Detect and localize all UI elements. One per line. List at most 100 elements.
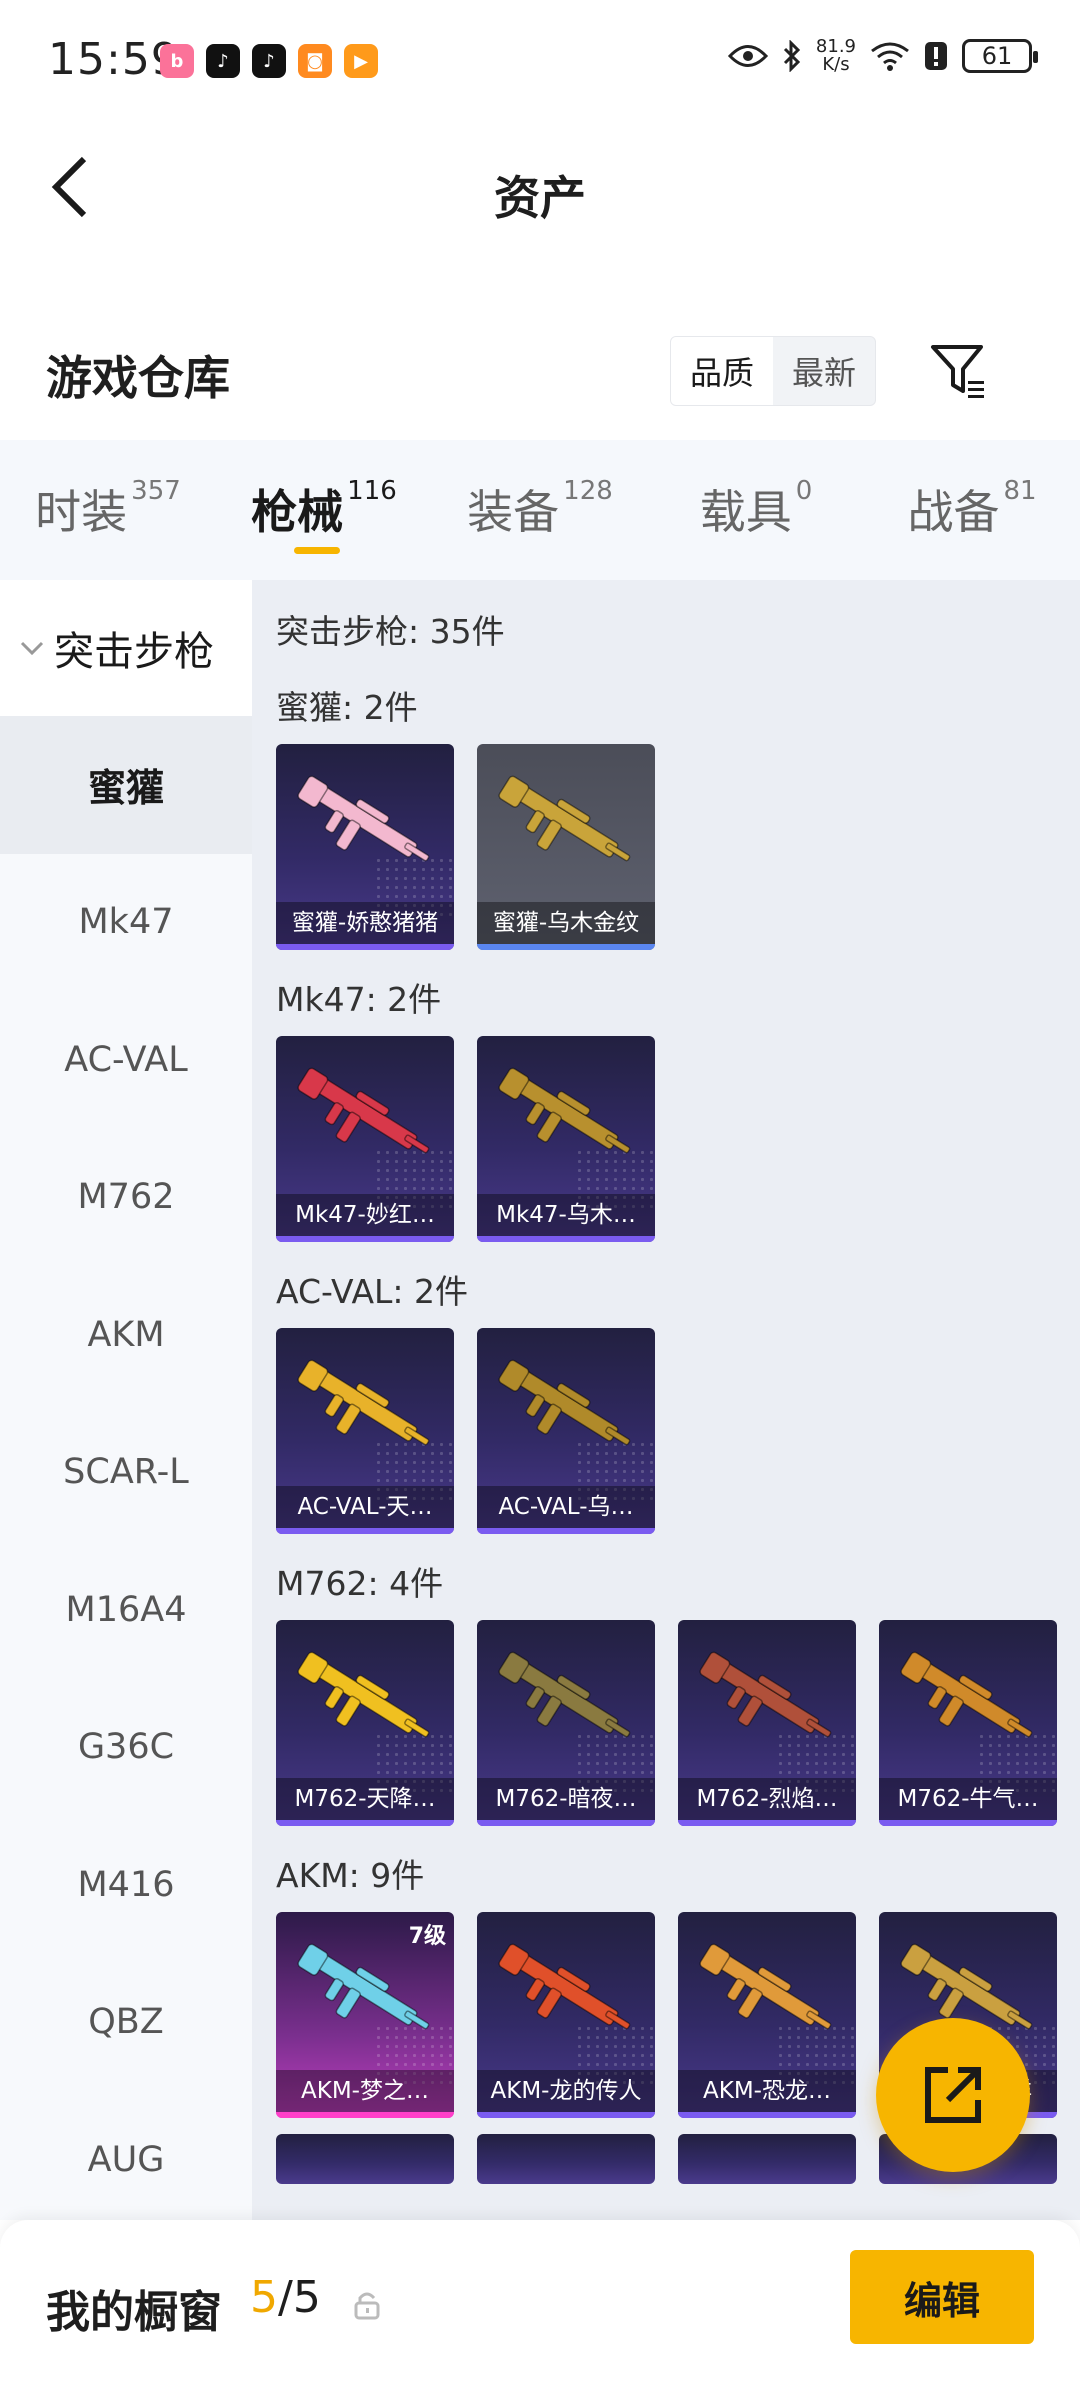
tab-count: 81 [1003, 476, 1037, 506]
tab-count: 357 [131, 476, 181, 506]
skin-name: AKM-梦之… [276, 2070, 454, 2112]
sidebar-item-m762[interactable]: M762 [0, 1129, 252, 1267]
skin-card[interactable]: Mk47-乌木… [477, 1036, 655, 1242]
rifle-icon [699, 1943, 832, 2030]
skin-card[interactable]: AKM-恐龙… [678, 1912, 856, 2118]
sidebar-item-honey-badger[interactable]: 蜜獾 [0, 716, 252, 854]
sort-newest-option[interactable]: 最新 [773, 337, 875, 405]
tab-equipment[interactable]: 装备 128 [432, 440, 648, 580]
sidebar-item-mk47[interactable]: Mk47 [0, 854, 252, 992]
rifle-icon [297, 1651, 430, 1738]
skin-card[interactable]: M762-天降… [276, 1620, 454, 1826]
tab-fashion[interactable]: 时装 357 [0, 440, 216, 580]
skin-grid: M762-天降… M762-暗夜… M762-烈焰… M762-牛气… [276, 1620, 1080, 1826]
sidebar-item-m16a4[interactable]: M16A4 [0, 1541, 252, 1679]
tab-label: 装备 [467, 485, 560, 539]
wifi-icon [871, 42, 909, 71]
section-title: M762: 4件 [276, 1564, 444, 1603]
skin-card[interactable]: M762-暗夜… [477, 1620, 655, 1826]
page-title: 资产 [494, 171, 586, 225]
tab-count: 128 [563, 476, 613, 506]
lock-icon [354, 2290, 380, 2324]
chevron-down-icon [20, 640, 44, 656]
skin-card[interactable]: M762-烈焰… [678, 1620, 856, 1826]
video-icon: ▶ [344, 44, 378, 78]
tiktok-icon: ♪ [252, 44, 286, 78]
weapon-sidebar: 突击步枪 蜜獾 Mk47 AC-VAL M762 AKM SCAR-L M16A… [0, 580, 252, 2220]
sidebar-item-qbz[interactable]: QBZ [0, 1954, 252, 2092]
sidebar-item-g36c[interactable]: G36C [0, 1679, 252, 1817]
skin-card[interactable] [477, 2134, 655, 2184]
eye-icon [727, 45, 768, 67]
skin-name: AC-VAL-乌… [477, 1486, 655, 1528]
category-tabs: 时装 357 枪械 116 装备 128 载具 0 战备 81 [0, 440, 1080, 580]
skin-grid: AC-VAL-天… AC-VAL-乌… [276, 1328, 1080, 1534]
sidebar-item-aug[interactable]: AUG [0, 2091, 252, 2220]
skin-card[interactable] [276, 2134, 454, 2184]
weapon-content: 突击步枪: 35件 蜜獾: 2件 蜜獾-娇憨猪猪 蜜獾-乌木金纹 Mk47: 2… [252, 580, 1080, 2220]
skin-name: M762-暗夜… [477, 1778, 655, 1820]
skin-card[interactable]: 蜜獾-乌木金纹 [477, 744, 655, 950]
rifle-icon [297, 1943, 430, 2030]
skin-card[interactable]: Mk47-妙红… [276, 1036, 454, 1242]
sort-quality-option[interactable]: 品质 [671, 337, 773, 405]
skin-name: 蜜獾-乌木金纹 [477, 902, 655, 944]
edit-button[interactable]: 编辑 [850, 2250, 1034, 2344]
rifle-icon [498, 1651, 631, 1738]
warehouse-header: 游戏仓库 品质 最新 [0, 320, 1080, 440]
sort-toggle: 品质 最新 [670, 336, 876, 406]
tab-count: 0 [795, 476, 813, 506]
showcase-title: 我的橱窗 [46, 2287, 222, 2338]
section-title: AKM: 9件 [276, 1856, 425, 1895]
filter-button[interactable] [924, 336, 994, 406]
skin-name: Mk47-乌木… [477, 1194, 655, 1236]
tab-firearms[interactable]: 枪械 116 [216, 440, 432, 580]
game-icon: ◙ [298, 44, 332, 78]
status-bar: 15:59 b ♪ ♪ ◙ ▶ 81.9 K/s 61 [0, 0, 1080, 124]
skin-card[interactable]: 蜜獾-娇憨猪猪 [276, 744, 454, 950]
skin-card[interactable]: 7级 AKM-梦之… [276, 1912, 454, 2118]
showcase-bar: 我的橱窗 5/5 编辑 [0, 2220, 1080, 2382]
skin-card[interactable]: AKM-龙的传人 [477, 1912, 655, 2118]
sidebar-group-label: 突击步枪 [54, 629, 214, 675]
tab-label: 战备 [907, 485, 1000, 539]
tab-label: 枪械 [251, 485, 344, 539]
section-title: AC-VAL: 2件 [276, 1272, 469, 1311]
sidebar-item-akm[interactable]: AKM [0, 1266, 252, 1404]
rifle-icon [297, 1359, 430, 1446]
tab-active-indicator [294, 547, 340, 554]
skin-name: AKM-恐龙… [678, 2070, 856, 2112]
rifle-icon [699, 1651, 832, 1738]
skin-grid: 蜜獾-娇憨猪猪 蜜獾-乌木金纹 [276, 744, 1080, 950]
skin-grid: Mk47-妙红… Mk47-乌木… [276, 1036, 1080, 1242]
skin-card[interactable]: AC-VAL-乌… [477, 1328, 655, 1534]
sidebar-item-ac-val[interactable]: AC-VAL [0, 991, 252, 1129]
warehouse-title: 游戏仓库 [46, 351, 230, 405]
sidebar-item-scar-l[interactable]: SCAR-L [0, 1404, 252, 1542]
sidebar-item-m416[interactable]: M416 [0, 1816, 252, 1954]
tab-combat-gear[interactable]: 战备 81 [864, 440, 1080, 580]
rifle-icon [297, 1067, 430, 1154]
sidebar-group-assault-rifle[interactable]: 突击步枪 [0, 580, 252, 716]
rifle-icon [297, 775, 430, 862]
category-count-title: 突击步枪: 35件 [276, 612, 505, 651]
skin-name: 蜜獾-娇憨猪猪 [276, 902, 454, 944]
tab-count: 116 [347, 476, 397, 506]
battery-icon: 61 [962, 39, 1038, 73]
skin-name: AC-VAL-天… [276, 1486, 454, 1528]
bluetooth-icon [783, 40, 801, 72]
rifle-icon [498, 1943, 631, 2030]
rifle-icon [498, 775, 631, 862]
status-indicators: 81.9 K/s 61 [727, 38, 1038, 74]
skin-name: Mk47-妙红… [276, 1194, 454, 1236]
skin-card[interactable] [678, 2134, 856, 2184]
share-float-button[interactable] [876, 2018, 1030, 2172]
skin-card[interactable]: AC-VAL-天… [276, 1328, 454, 1534]
filter-icon [931, 345, 984, 398]
section-title: 蜜獾: 2件 [276, 688, 418, 727]
skin-card[interactable]: M762-牛气… [879, 1620, 1057, 1826]
rifle-icon [900, 1651, 1033, 1738]
tab-label: 载具 [699, 485, 792, 539]
tab-vehicles[interactable]: 载具 0 [648, 440, 864, 580]
bilibili-icon: b [160, 44, 194, 78]
